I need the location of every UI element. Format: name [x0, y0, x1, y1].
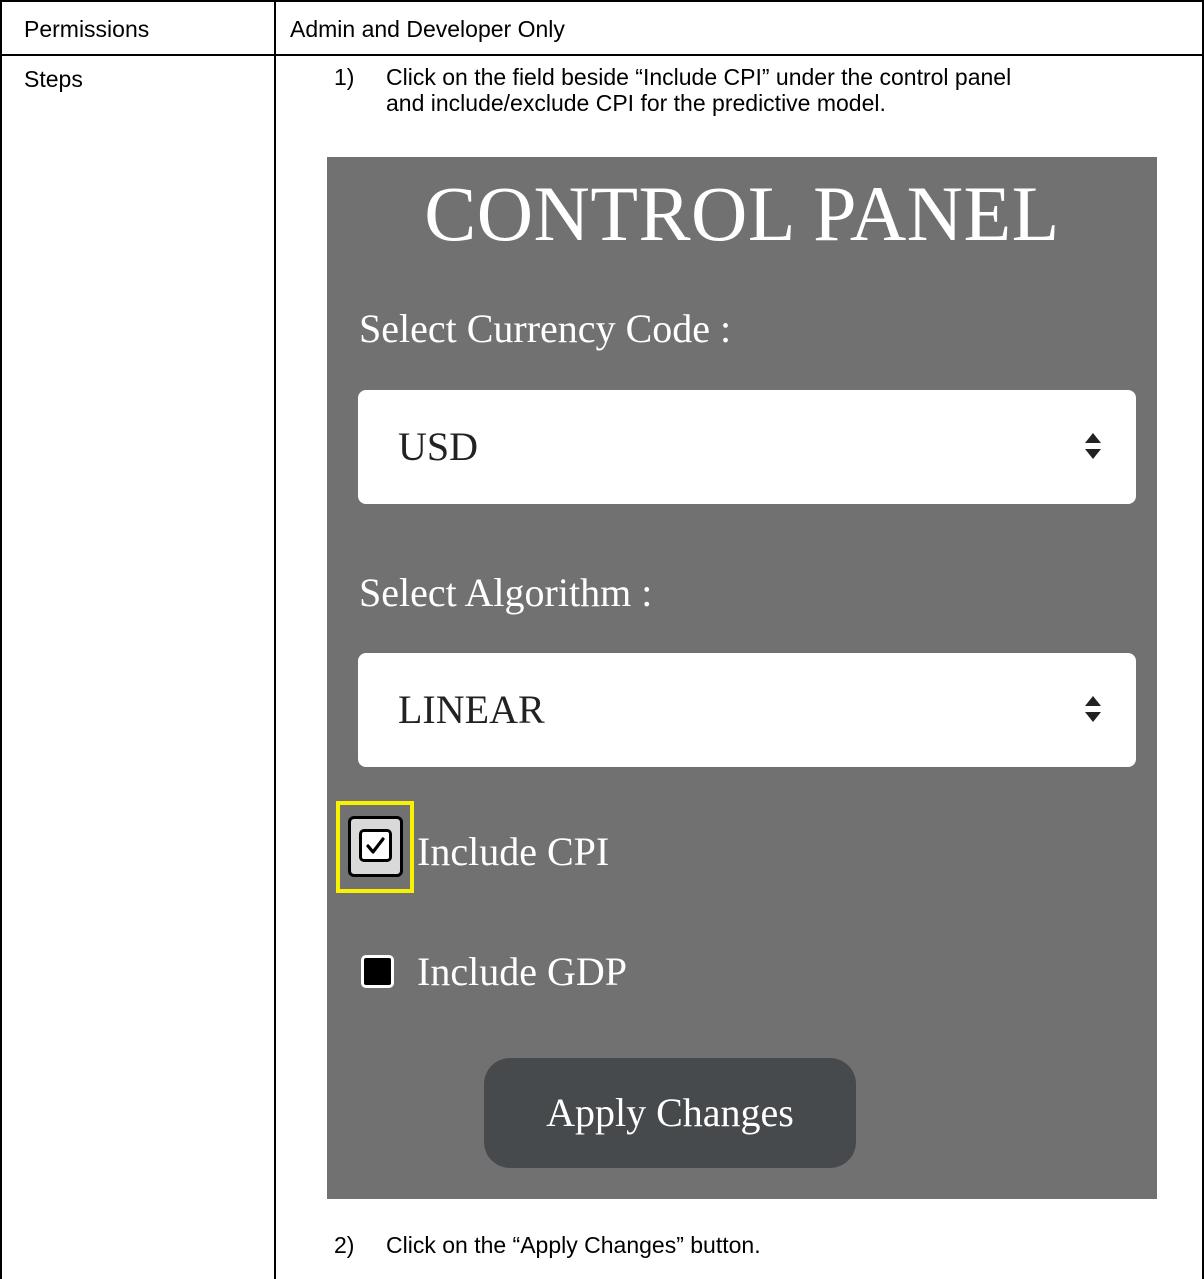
step-2-text: Click on the “Apply Changes” button. — [386, 1232, 761, 1258]
include-cpi-checkbox-box — [359, 829, 392, 862]
currency-code-label: Select Currency Code : — [359, 306, 732, 351]
table-border-top — [0, 0, 1204, 2]
step-1-text-line1: Click on the field beside “Include CPI” … — [386, 64, 1012, 90]
steps-list: 1) Click on the field beside “Include CP… — [334, 64, 1194, 116]
table-column-divider — [274, 0, 276, 1279]
checkmark-icon — [366, 837, 385, 854]
permissions-label: Permissions — [24, 16, 150, 42]
step-2-number: 2) — [334, 1232, 355, 1258]
steps-label: Steps — [24, 66, 83, 92]
step-1: 1) Click on the field beside “Include CP… — [334, 64, 1194, 116]
apply-changes-button[interactable]: Apply Changes — [484, 1058, 856, 1168]
step-2: 2) Click on the “Apply Changes” button. — [334, 1232, 1194, 1258]
currency-code-value: USD — [398, 424, 479, 469]
algorithm-select[interactable]: LINEAR — [358, 653, 1136, 767]
select-arrows-icon — [1085, 696, 1101, 722]
table-row-divider — [0, 54, 1204, 56]
permissions-value: Admin and Developer Only — [290, 16, 565, 42]
control-panel-title: CONTROL PANEL — [424, 170, 1060, 257]
step-1-number: 1) — [334, 64, 355, 90]
table-border-left — [0, 0, 2, 1279]
include-cpi-label: Include CPI — [417, 829, 610, 874]
steps-list-2: 2) Click on the “Apply Changes” button. — [334, 1232, 1194, 1258]
select-arrows-icon — [1085, 433, 1101, 459]
step-1-text-line2: and include/exclude CPI for the predicti… — [386, 90, 886, 116]
include-gdp-checkbox[interactable] — [361, 955, 394, 988]
currency-code-select[interactable]: USD — [358, 390, 1136, 504]
include-gdp-label: Include GDP — [417, 949, 627, 994]
control-panel-screenshot: CONTROL PANEL Select Currency Code : USD… — [327, 157, 1157, 1199]
include-cpi-checkbox[interactable] — [348, 816, 403, 877]
algorithm-label: Select Algorithm : — [359, 570, 653, 615]
algorithm-value: LINEAR — [398, 687, 545, 732]
